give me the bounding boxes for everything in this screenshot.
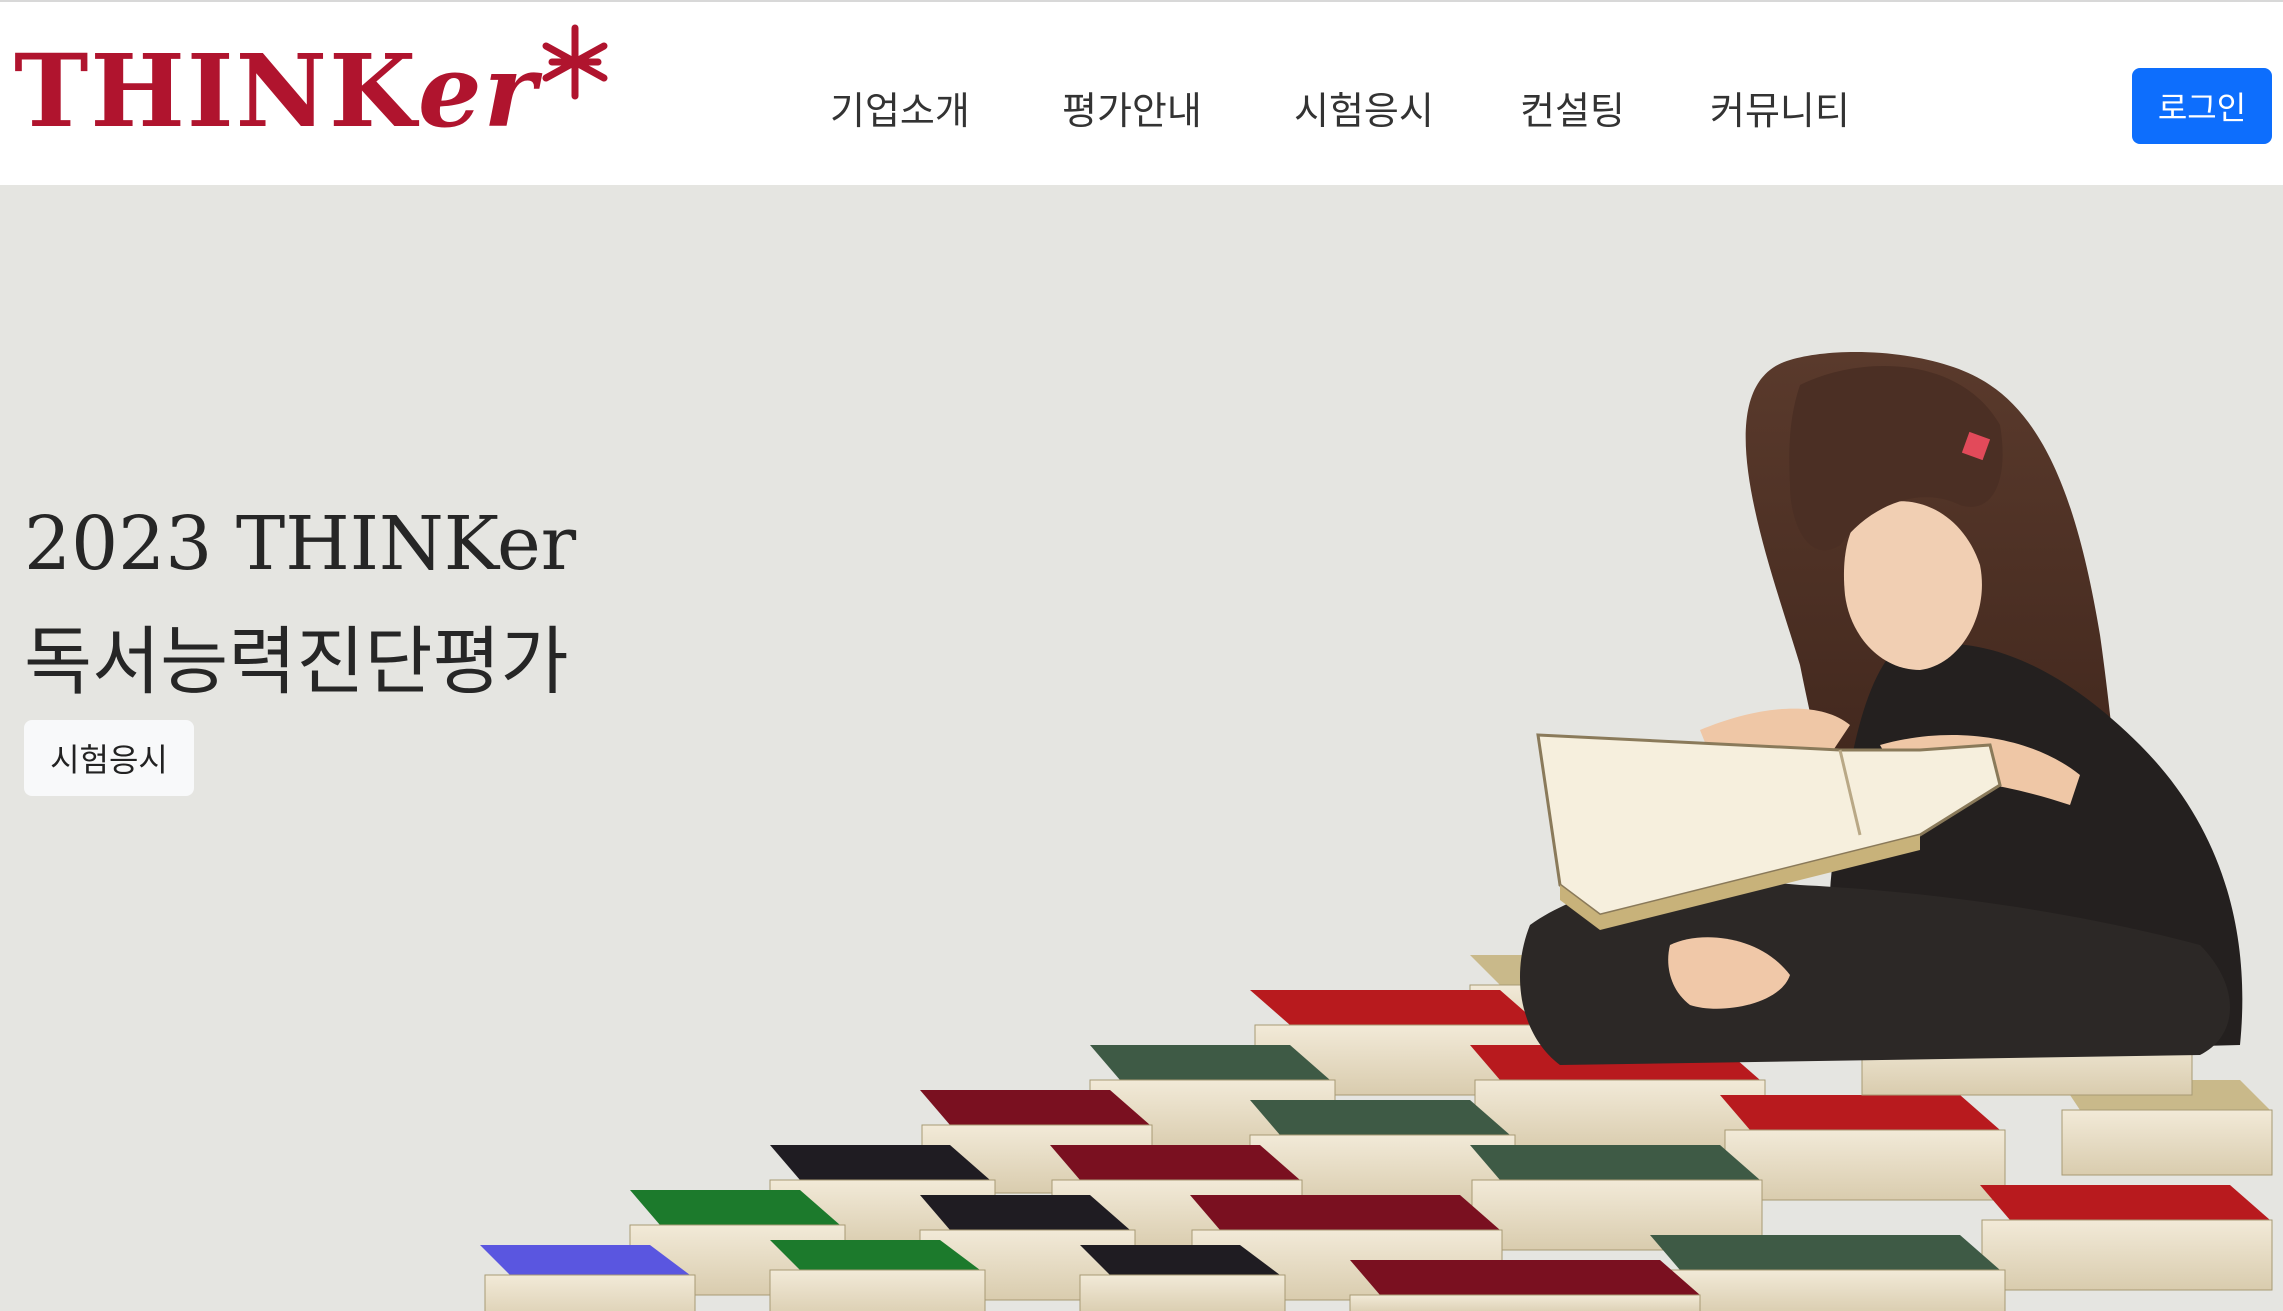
hero-image-girl-reading-on-books: [480, 352, 2273, 1311]
logo-text: THINKer: [14, 32, 539, 150]
hero-title-line2: 독서능력진단평가: [24, 619, 569, 705]
girl-figure: [1520, 352, 2243, 1065]
nav-item-evaluation[interactable]: 평가안내: [1062, 80, 1202, 135]
thinker-logo[interactable]: THINKer: [14, 24, 610, 154]
hero-title-line1: 2023 THINKer: [24, 501, 577, 587]
nav-item-company[interactable]: 기업소개: [830, 80, 970, 135]
hero-banner: 2023 THINKer 독서능력진단평가 시험응시: [0, 185, 2283, 1311]
hero-title: 2023 THINKer 독서능력진단평가: [24, 485, 576, 721]
nav-item-consulting[interactable]: 컨설팅: [1520, 80, 1625, 135]
nav-item-community[interactable]: 커뮤니티: [1710, 80, 1850, 135]
login-button[interactable]: 로그인: [2132, 68, 2272, 144]
asterisk-icon: [542, 24, 608, 100]
nav-item-exam[interactable]: 시험응시: [1294, 80, 1434, 135]
take-exam-button[interactable]: 시험응시: [24, 720, 194, 796]
site-header: THINKer 기업소개 평가안내 시험응시 컨설팅 커뮤니티 로그인: [0, 0, 2283, 185]
